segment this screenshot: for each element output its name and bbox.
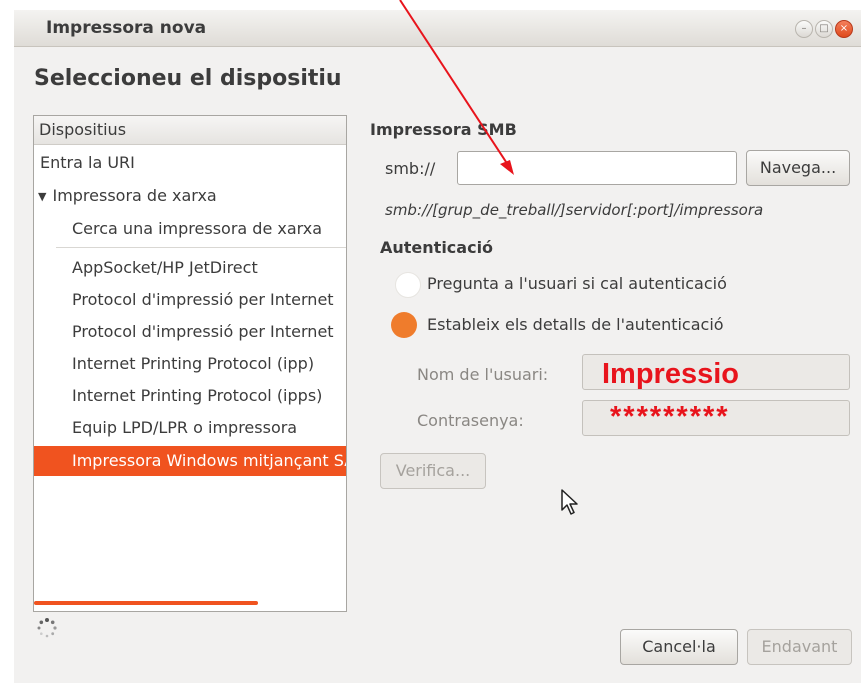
list-separator xyxy=(56,247,346,248)
window-title: Impressora nova xyxy=(46,18,207,38)
browse-button[interactable]: Navega... xyxy=(746,150,850,186)
radio-ask-user[interactable] xyxy=(395,272,421,298)
smb-uri-prefix: smb:// xyxy=(385,159,436,178)
title-bar[interactable]: Impressora nova – □ × xyxy=(14,10,861,47)
mouse-pointer-icon xyxy=(561,489,578,515)
close-icon[interactable]: × xyxy=(835,20,853,38)
password-label: Contrasenya: xyxy=(417,411,524,430)
expander-down-icon[interactable]: ▼ xyxy=(38,182,46,212)
verify-button[interactable]: Verifica... xyxy=(380,453,486,489)
username-label: Nom de l'usuari: xyxy=(417,365,549,384)
radio-ask-user-label[interactable]: Pregunta a l'usuari si cal autenticació xyxy=(427,274,727,293)
forward-button[interactable]: Endavant xyxy=(747,629,852,665)
smb-uri-input[interactable] xyxy=(457,151,737,185)
list-item-enter-uri[interactable]: Entra la URI xyxy=(40,148,346,178)
radio-set-details-label[interactable]: Estableix els detalls de l'autenticació xyxy=(427,315,724,334)
list-item-label: Cerca una impressora de xarxa xyxy=(72,219,323,238)
list-item-find-network-printer[interactable]: Cerca una impressora de xarxa xyxy=(72,214,346,244)
list-item-ipp[interactable]: Internet Printing Protocol (ipp) xyxy=(72,349,346,379)
list-item-ipps[interactable]: Internet Printing Protocol (ipps) xyxy=(72,381,346,411)
cancel-button[interactable]: Cancel·la xyxy=(620,629,738,665)
username-value: Impressio xyxy=(602,358,739,390)
smb-uri-hint: smb://[grup_de_treball/]servidor[:port]/… xyxy=(385,201,764,219)
list-item-internet-print-protocol-1[interactable]: Protocol d'impressió per Internet xyxy=(72,285,346,315)
list-item-network-printer[interactable]: ▼ Impressora de xarxa xyxy=(38,181,346,211)
list-item-windows-samba[interactable]: Impressora Windows mitjançant SAMBA xyxy=(34,446,346,476)
radio-set-details[interactable] xyxy=(391,312,417,338)
list-item-label: Equip LPD/LPR o impressora xyxy=(72,418,298,437)
list-item-label: Protocol d'impressió per Internet xyxy=(72,290,334,309)
device-list-header[interactable]: Dispositius xyxy=(34,116,346,145)
list-item-label: Impressora de xarxa xyxy=(52,186,217,205)
minimize-icon[interactable]: – xyxy=(795,20,813,38)
page-title: Seleccioneu el dispositiu xyxy=(34,66,342,91)
list-item-label: Internet Printing Protocol (ipps) xyxy=(72,386,323,405)
smb-section-title: Impressora SMB xyxy=(370,120,517,139)
maximize-icon[interactable]: □ xyxy=(815,20,833,38)
authentication-section-title: Autenticació xyxy=(380,238,494,257)
list-item-label: Entra la URI xyxy=(40,153,135,172)
list-item-internet-print-protocol-2[interactable]: Protocol d'impressió per Internet xyxy=(72,317,346,347)
list-item-appsocket[interactable]: AppSocket/HP JetDirect xyxy=(72,253,346,283)
list-item-label: Protocol d'impressió per Internet xyxy=(72,322,334,341)
new-printer-dialog: Impressora nova – □ × Seleccioneu el dis… xyxy=(14,10,861,683)
horizontal-scrollbar[interactable] xyxy=(34,601,258,605)
password-value: ********* xyxy=(610,401,730,433)
device-list: Dispositius Entra la URI ▼ Impressora de … xyxy=(33,115,347,612)
spinner-icon xyxy=(37,618,57,638)
list-item-label: Impressora Windows mitjançant SAMBA xyxy=(72,451,346,470)
list-item-label: Internet Printing Protocol (ipp) xyxy=(72,354,315,373)
list-item-label: AppSocket/HP JetDirect xyxy=(72,258,258,277)
list-item-lpd-lpr[interactable]: Equip LPD/LPR o impressora xyxy=(72,413,346,443)
